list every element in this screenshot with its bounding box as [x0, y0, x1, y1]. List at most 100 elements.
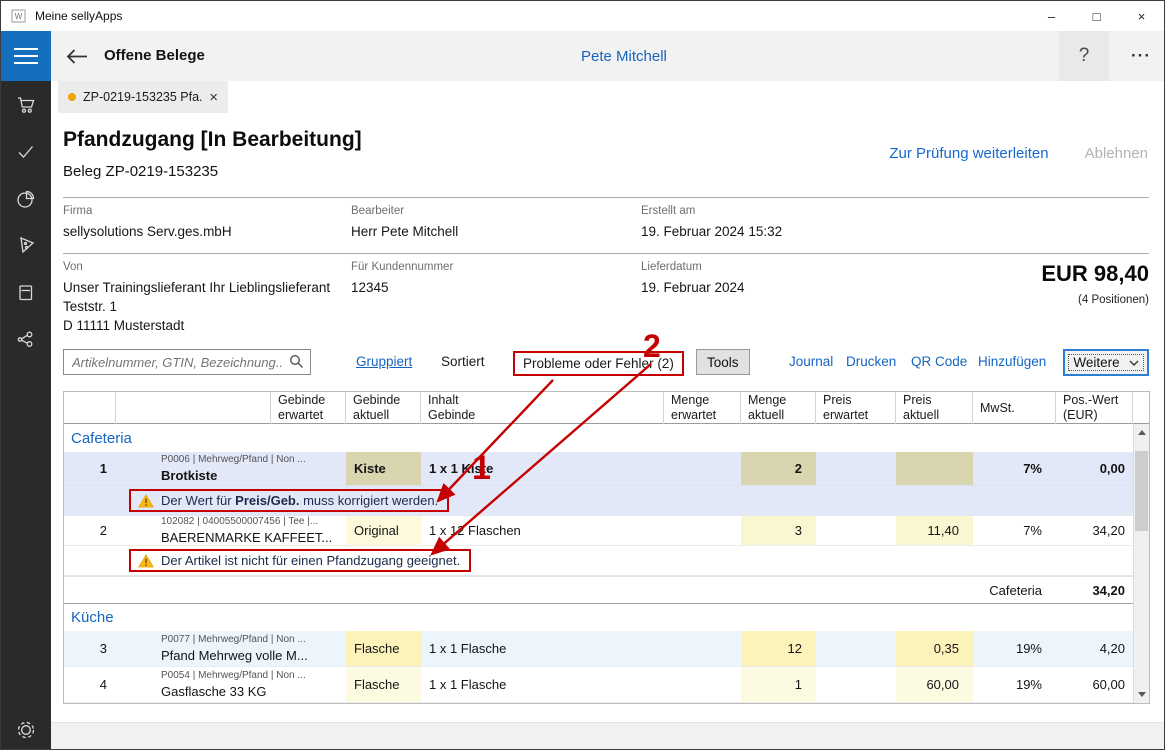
hinzufuegen-link[interactable]: Hinzufügen [978, 354, 1046, 369]
document-title: Pfandzugang [In Bearbeitung] [63, 128, 362, 152]
app-header: Offene Belege Pete Mitchell ? ··· [51, 31, 1164, 81]
help-icon[interactable]: ? [1059, 31, 1109, 81]
col-gebinde-erwartet: Gebinde erwartet [271, 392, 346, 424]
forward-review-button[interactable]: Zur Prüfung weiterleiten [889, 145, 1048, 162]
maximize-button[interactable]: □ [1074, 1, 1119, 31]
kundennummer-label: Für Kundennummer [351, 261, 641, 273]
row-number: 1 [64, 452, 116, 485]
probleme-fehler-toggle[interactable]: Probleme oder Fehler (2) [513, 351, 684, 376]
group-label: Küche [71, 609, 114, 626]
pie-chart-icon[interactable] [1, 175, 51, 222]
group-header-cafeteria: Cafeteria [64, 424, 1149, 452]
info-row-1: Firma sellysolutions Serv.ges.mbH Bearbe… [63, 197, 1149, 241]
sortiert-toggle[interactable]: Sortiert [441, 354, 485, 369]
table-row[interactable]: 4 P0054 | Mehrweg/Pfand | Non ... Gasfla… [64, 667, 1149, 703]
von-line3: D 11111 Musterstadt [63, 317, 351, 335]
warning-triangle-icon [138, 494, 154, 508]
table-row[interactable]: 2 102082 | 04005500007456 | Tee |... BAE… [64, 516, 1149, 546]
scroll-up-icon[interactable] [1134, 424, 1149, 441]
tab-close-icon[interactable]: × [209, 89, 218, 106]
subtotal-value: 34,20 [1056, 577, 1133, 603]
minimize-button[interactable]: – [1029, 1, 1074, 31]
document-total: EUR 98,40 [1041, 261, 1149, 287]
svg-text:W: W [15, 12, 23, 21]
search-input[interactable] [63, 349, 311, 375]
scrollbar-thumb[interactable] [1135, 451, 1148, 531]
document-tab[interactable]: ZP-0219-153235 Pfa... × [58, 81, 228, 113]
weitere-label: Weitere [1073, 355, 1119, 370]
tools-button[interactable]: Tools [696, 349, 750, 375]
warning-text: Der Wert für Preis/Geb. muss korrigiert … [161, 493, 438, 508]
group-subtotal-row: Cafeteria 34,20 [64, 576, 1149, 603]
bearbeiter-value: Herr Pete Mitchell [351, 223, 641, 241]
subtotal-label: Cafeteria [973, 577, 1056, 603]
preis-aktuell-cell[interactable]: 0,35 [896, 631, 973, 666]
positions-count: (4 Positionen) [1041, 294, 1149, 306]
search-icon[interactable] [289, 354, 304, 374]
gebinde-aktuell-cell[interactable]: Flasche [346, 631, 421, 666]
table-row[interactable]: 3 P0077 | Mehrweg/Pfand | Non ... Pfand … [64, 631, 1149, 667]
pizza-slice-icon[interactable] [1, 222, 51, 269]
journal-link[interactable]: Journal [789, 354, 833, 369]
positions-table: Gebinde erwartet Gebinde aktuell Inhalt … [63, 391, 1150, 704]
back-arrow-icon[interactable] [65, 48, 88, 70]
gebinde-aktuell-cell[interactable]: Kiste [346, 452, 421, 485]
close-button[interactable]: × [1119, 1, 1164, 31]
col-gebinde-aktuell: Gebinde aktuell [346, 392, 421, 424]
inhalt-cell: 1 x 1 Kiste [421, 452, 664, 485]
col-preis-erwartet: Preis erwartet [816, 392, 896, 424]
col-menge-aktuell: Menge aktuell [741, 392, 816, 424]
inhalt-cell: 1 x 12 Flaschen [421, 516, 664, 545]
reject-button[interactable]: Ablehnen [1085, 145, 1148, 162]
inhalt-cell: 1 x 1 Flasche [421, 631, 664, 666]
app-logo-icon: W [11, 8, 27, 24]
tab-label: ZP-0219-153235 Pfa... [83, 90, 202, 104]
document-number: Beleg ZP-0219-153235 [63, 163, 218, 180]
warning-triangle-icon [138, 554, 154, 568]
book-icon[interactable] [1, 269, 51, 316]
menu-icon[interactable] [1, 31, 51, 81]
unsaved-dot-icon [68, 93, 76, 101]
chevron-down-icon [1129, 360, 1139, 366]
app-window: W Meine sellyApps – □ × [0, 0, 1165, 750]
gruppiert-toggle[interactable]: Gruppiert [356, 354, 412, 369]
row-number: 3 [64, 631, 116, 666]
menge-aktuell-cell[interactable]: 2 [741, 452, 816, 485]
scroll-down-icon[interactable] [1134, 686, 1149, 703]
weitere-button[interactable]: Weitere [1063, 349, 1149, 376]
table-row[interactable]: 1 P0006 | Mehrweg/Pfand | Non ... Brotki… [64, 452, 1149, 486]
user-name[interactable]: Pete Mitchell [581, 48, 667, 65]
pos-wert-cell: 60,00 [1056, 667, 1133, 702]
preis-aktuell-cell[interactable]: 11,40 [896, 516, 973, 545]
gebinde-aktuell-cell[interactable]: Original [346, 516, 421, 545]
menge-aktuell-cell[interactable]: 1 [741, 667, 816, 702]
info-row-2: Von Unser Trainingslieferant Ihr Lieblin… [63, 253, 1149, 335]
preis-aktuell-cell[interactable]: 60,00 [896, 667, 973, 702]
window-title: Meine sellyApps [35, 9, 122, 23]
menge-aktuell-cell[interactable]: 3 [741, 516, 816, 545]
check-icon[interactable] [1, 128, 51, 175]
gebinde-aktuell-cell[interactable]: Flasche [346, 667, 421, 702]
mwst-cell: 7% [973, 516, 1056, 545]
col-mwst: MwSt. [973, 392, 1056, 424]
settings-gear-icon[interactable] [1, 718, 51, 742]
cart-icon[interactable] [1, 81, 51, 128]
qr-code-link[interactable]: QR Code [911, 354, 967, 369]
drucken-link[interactable]: Drucken [846, 354, 896, 369]
share-icon[interactable] [1, 316, 51, 363]
window-titlebar: W Meine sellyApps – □ × [1, 1, 1164, 31]
bearbeiter-label: Bearbeiter [351, 205, 641, 217]
table-header-row: Gebinde erwartet Gebinde aktuell Inhalt … [64, 392, 1149, 424]
document-content: Pfandzugang [In Bearbeitung] Beleg ZP-02… [51, 113, 1164, 750]
mwst-cell: 19% [973, 667, 1056, 702]
pos-wert-cell: 0,00 [1056, 452, 1133, 485]
vertical-scrollbar[interactable] [1133, 424, 1149, 703]
von-line2: Teststr. 1 [63, 298, 351, 316]
more-options-icon[interactable]: ··· [1117, 31, 1165, 81]
grid-toolbar: Gruppiert Sortiert Probleme oder Fehler … [51, 349, 1164, 379]
table-body: Cafeteria 1 P0006 | Mehrweg/Pfand | Non … [64, 424, 1149, 703]
article-name: Brotkiste [161, 468, 217, 483]
menge-aktuell-cell[interactable]: 12 [741, 631, 816, 666]
preis-aktuell-cell[interactable] [896, 452, 973, 485]
col-num [64, 392, 116, 424]
